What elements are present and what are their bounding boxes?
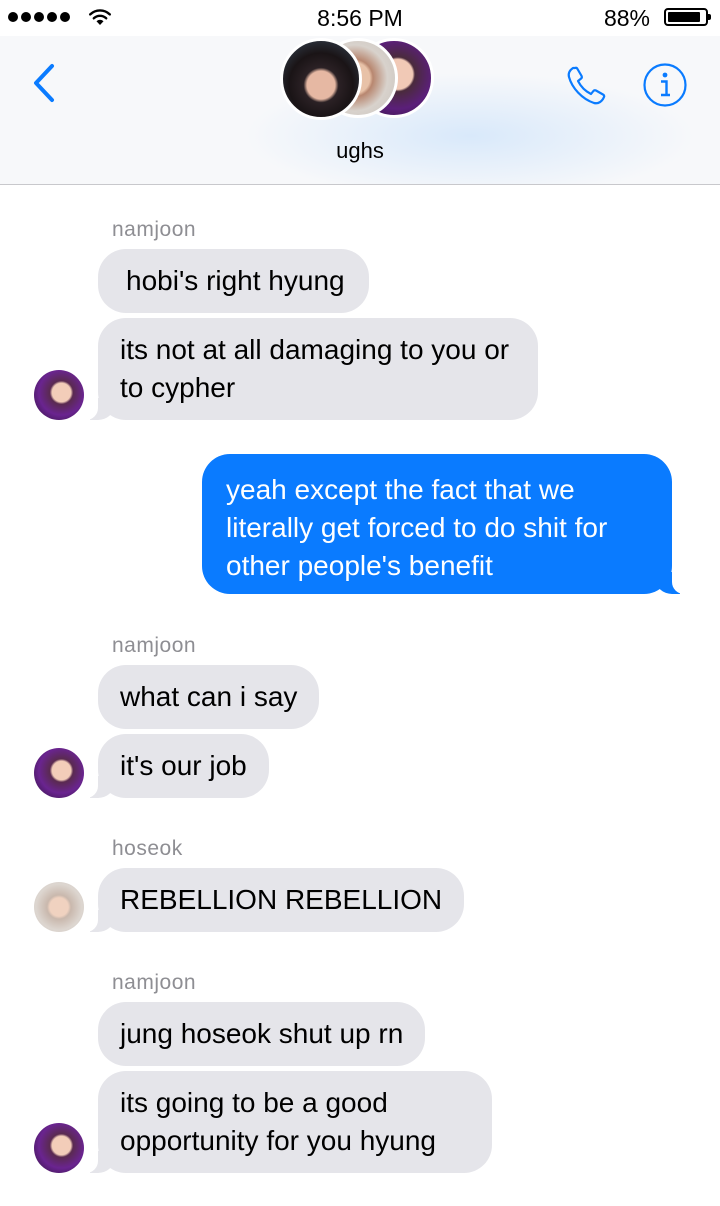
sender-label: namjoon	[112, 971, 197, 994]
info-icon[interactable]	[642, 62, 688, 108]
battery-fill	[668, 12, 700, 22]
sender-label: namjoon	[112, 218, 197, 241]
sender-label: namjoon	[112, 634, 197, 657]
status-bar: 8:56 PM 88%	[0, 0, 720, 36]
phone-icon[interactable]	[564, 62, 610, 108]
message-text: REBELLION REBELLION	[120, 884, 443, 915]
message-bubble-incoming[interactable]: it's our job	[84, 734, 269, 798]
message-text: what can i say	[120, 681, 298, 712]
group-name[interactable]: ughs	[0, 138, 720, 164]
message-text: it's our job	[120, 750, 247, 781]
message-text: yeah except the fact that we literally g…	[226, 474, 608, 581]
message-text: its not at all damaging to you or to cyp…	[120, 334, 510, 403]
member-avatar-1	[280, 38, 362, 120]
group-avatars[interactable]	[276, 36, 446, 124]
message-text: its going to be a good opportunity for y…	[120, 1087, 436, 1156]
sender-avatar-namjoon[interactable]	[34, 370, 84, 420]
message-bubble-incoming[interactable]: its going to be a good opportunity for y…	[84, 1071, 492, 1173]
sender-label: hoseok	[112, 837, 183, 860]
sender-avatar-hoseok[interactable]	[34, 882, 84, 932]
message-bubble-incoming[interactable]: its not at all damaging to you or to cyp…	[84, 318, 538, 420]
message-bubble-incoming[interactable]: what can i say	[98, 665, 320, 729]
sender-avatar-namjoon[interactable]	[34, 1123, 84, 1173]
sender-avatar-namjoon[interactable]	[34, 748, 84, 798]
conversation-header: ughs	[0, 36, 720, 185]
message-bubble-incoming[interactable]: REBELLION REBELLION	[83, 868, 465, 932]
message-text: jung hoseok shut up rn	[120, 1018, 404, 1049]
message-bubble-outgoing[interactable]: yeah except the fact that we literally g…	[202, 454, 686, 594]
message-text: hobi's right hyung	[126, 265, 345, 296]
battery-percent: 88%	[603, 5, 650, 31]
message-bubble-incoming[interactable]: hobi's right hyung	[98, 249, 369, 313]
battery-icon	[664, 8, 711, 26]
message-bubble-incoming[interactable]: jung hoseok shut up rn	[98, 1002, 426, 1066]
back-chevron-icon[interactable]	[28, 60, 62, 106]
